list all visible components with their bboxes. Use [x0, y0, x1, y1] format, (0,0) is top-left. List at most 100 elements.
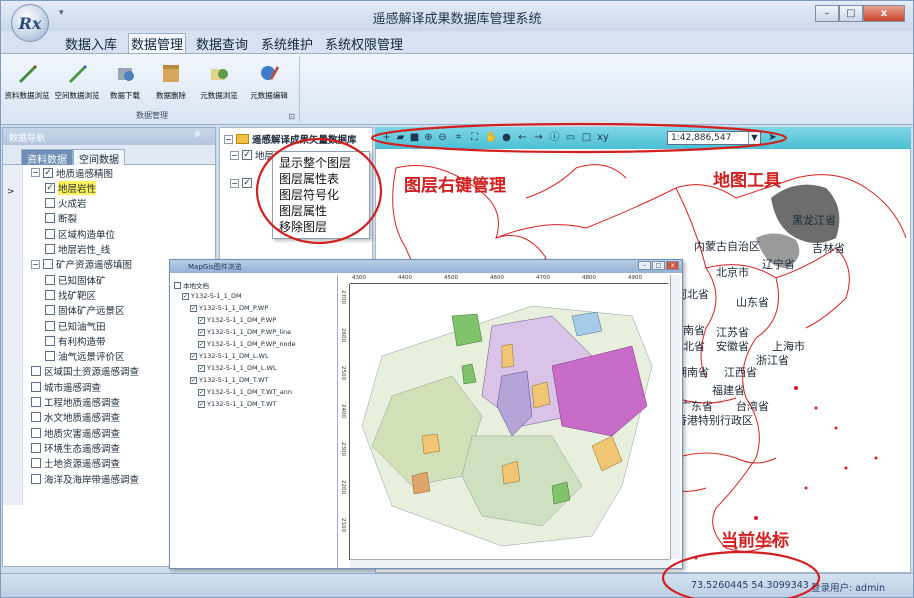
tree-checkbox[interactable]: [31, 397, 41, 407]
tree-checkbox[interactable]: [31, 442, 41, 453]
layer-checkbox[interactable]: ✓: [242, 178, 252, 188]
edit-metadata-button[interactable]: 元数据编辑: [246, 60, 292, 104]
pin-icon[interactable]: #: [193, 130, 201, 140]
app-menu-button[interactable]: Rx: [11, 4, 49, 42]
tree-checkbox[interactable]: [31, 427, 41, 438]
tab-data-query[interactable]: 数据查询: [194, 34, 250, 53]
viewer-maximize-button[interactable]: □: [652, 261, 665, 270]
viewer-tree-checkbox[interactable]: ✓: [190, 352, 197, 360]
tree-item[interactable]: 区域构造单位: [3, 226, 215, 241]
viewer-tree-checkbox[interactable]: [174, 281, 181, 289]
minimize-button[interactable]: –: [815, 5, 839, 22]
forward-arrow-icon[interactable]: →: [533, 132, 544, 143]
viewer-vertical-scrollbar[interactable]: [670, 275, 680, 559]
viewer-tree-checkbox[interactable]: ✓: [198, 400, 205, 408]
delete-data-button[interactable]: 数据删除: [148, 60, 194, 104]
tree-checkbox[interactable]: ✓: [45, 182, 55, 193]
viewer-close-button[interactable]: x: [666, 261, 679, 270]
tree-checkbox[interactable]: [45, 289, 55, 300]
tree-checkbox[interactable]: [45, 320, 55, 331]
tree-item[interactable]: 断裂: [3, 211, 215, 226]
tab-permission-management[interactable]: 系统权限管理: [323, 34, 405, 53]
full-extent-icon[interactable]: ⌗: [453, 132, 464, 143]
viewer-tree-checkbox[interactable]: ✓: [182, 292, 189, 300]
open-folder-icon[interactable]: ▰: [395, 132, 406, 143]
zoom-out-icon[interactable]: ⊖: [437, 132, 448, 143]
viewer-tree-item[interactable]: ✓ Y132-5-1_1_DM_T.WT_ann: [198, 388, 292, 396]
tree-item[interactable]: ✓ 地层岩性: [3, 180, 215, 195]
scale-dropdown-icon[interactable]: ▼: [748, 132, 760, 144]
info-icon[interactable]: ⓘ: [549, 132, 560, 143]
tree-checkbox[interactable]: [31, 473, 41, 484]
tree-checkbox[interactable]: [45, 305, 55, 316]
viewer-tree-item[interactable]: ✓ Y132-5-1_1_DM_P.WP: [190, 304, 268, 312]
viewer-tree-item[interactable]: 本地文档: [174, 280, 209, 290]
measure-icon[interactable]: ▭: [565, 132, 576, 143]
browse-metadata-button[interactable]: 元数据浏览: [196, 60, 242, 104]
browse-documents-button[interactable]: 资料数据浏览: [4, 60, 50, 104]
menu-item-attribute-table[interactable]: 图层属性表: [279, 171, 369, 187]
menu-item-symbolize[interactable]: 图层符号化: [279, 187, 369, 203]
collapse-icon[interactable]: −: [230, 150, 239, 160]
viewer-tree-item[interactable]: ✓ Y132-5-1_1_DM_P.WP_node: [198, 340, 296, 348]
tree-checkbox[interactable]: [45, 213, 55, 224]
viewer-tree-item[interactable]: ✓ Y132-5-1_1_DM_L.WL: [198, 364, 277, 372]
tab-data-import[interactable]: 数据入库: [63, 34, 119, 53]
maximize-button[interactable]: □: [839, 5, 863, 22]
menu-item-remove-layer[interactable]: 移除图层: [279, 219, 369, 235]
tab-system-maintenance[interactable]: 系统维护: [259, 34, 315, 53]
menu-item-zoom-layer[interactable]: 显示整个图层: [279, 155, 369, 171]
viewer-tree-checkbox[interactable]: ✓: [190, 304, 197, 312]
tab-data-management[interactable]: 数据管理: [128, 33, 187, 53]
fit-extent-icon[interactable]: ⛶: [469, 132, 480, 143]
viewer-tree-item[interactable]: ✓ Y132-5-1_1_DM_P.WP_line: [198, 328, 291, 336]
tree-checkbox[interactable]: [31, 366, 41, 377]
pan-hand-icon[interactable]: ✋: [485, 132, 497, 143]
tree-checkbox[interactable]: [45, 244, 55, 254]
viewer-tree-checkbox[interactable]: ✓: [190, 376, 197, 384]
tree-checkbox[interactable]: ✓: [43, 167, 53, 178]
tree-checkbox[interactable]: [31, 458, 41, 469]
browse-spatial-button[interactable]: 空间数据浏览: [54, 60, 100, 104]
back-arrow-icon[interactable]: ←: [517, 132, 528, 143]
tab-spatial-data[interactable]: 空间数据: [73, 149, 125, 166]
viewer-tree-item[interactable]: ✓ Y132-5-1_1_DM_T.WT: [198, 400, 277, 408]
close-button[interactable]: x: [863, 5, 905, 22]
viewer-tree-checkbox[interactable]: ✓: [198, 316, 205, 324]
viewer-tree-checkbox[interactable]: ✓: [198, 388, 205, 396]
collapse-icon[interactable]: −: [230, 178, 239, 188]
viewer-minimize-button[interactable]: –: [638, 261, 651, 270]
scale-combo[interactable]: 1:42,886,547 ▼: [667, 131, 761, 145]
tree-checkbox[interactable]: [31, 381, 41, 392]
group-launcher-icon[interactable]: ⊡: [288, 112, 295, 121]
zoom-in-icon[interactable]: ⊕: [423, 132, 434, 143]
viewer-horizontal-scrollbar[interactable]: [350, 559, 670, 568]
tree-checkbox[interactable]: [45, 351, 55, 362]
tree-checkbox[interactable]: [43, 259, 53, 270]
viewer-tree-checkbox[interactable]: ✓: [198, 328, 205, 336]
layer-checkbox[interactable]: ✓: [242, 150, 252, 160]
viewer-map[interactable]: 4300 4400 4500 4600 4700 4800 4900 2700 2600 250…: [340, 275, 680, 568]
layer-root[interactable]: − 遥感解译成果矢量数据库: [224, 132, 357, 146]
viewer-tree-item[interactable]: ✓ Y132-5-1_1_DM_P.WP: [198, 316, 276, 324]
tree-checkbox[interactable]: [45, 228, 55, 239]
tab-document-data[interactable]: 资料数据: [21, 149, 73, 166]
select-box-icon[interactable]: □: [581, 132, 592, 143]
viewer-tree-item[interactable]: ✓ Y132-5-1_1_DM: [182, 292, 242, 300]
collapse-icon[interactable]: −: [31, 168, 40, 177]
tree-item[interactable]: 地层岩性_线: [3, 242, 215, 257]
tree-item[interactable]: 火成岩: [3, 196, 215, 211]
save-icon[interactable]: ■: [409, 132, 420, 143]
xy-coordinate-icon[interactable]: xy: [597, 132, 609, 143]
tree-checkbox[interactable]: [45, 198, 55, 209]
collapse-icon[interactable]: −: [224, 134, 233, 144]
download-data-button[interactable]: 数据下载: [102, 60, 148, 104]
globe-icon[interactable]: ●: [501, 132, 512, 143]
tree-checkbox[interactable]: [45, 335, 55, 346]
viewer-tree-item[interactable]: ✓ Y132-5-1_1_DM_T.WT: [190, 376, 269, 384]
menu-item-layer-properties[interactable]: 图层属性: [279, 203, 369, 219]
pointer-icon[interactable]: ➤: [767, 132, 778, 143]
collapse-icon[interactable]: −: [31, 259, 40, 269]
add-layer-icon[interactable]: +: [381, 132, 392, 143]
tree-checkbox[interactable]: [45, 274, 55, 285]
